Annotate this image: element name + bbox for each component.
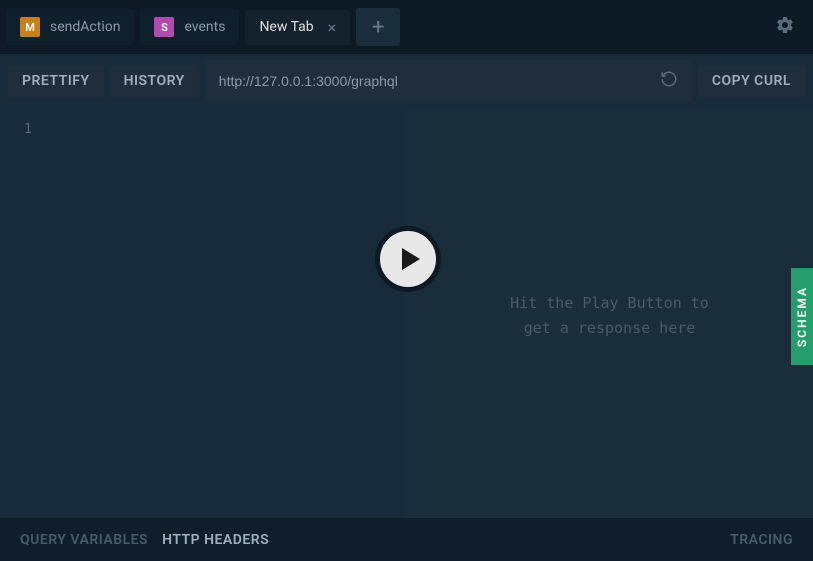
add-tab-button[interactable]: +	[356, 8, 400, 46]
reload-button[interactable]	[660, 70, 678, 92]
settings-button[interactable]	[775, 15, 795, 39]
reload-icon	[660, 70, 678, 88]
close-icon[interactable]: ×	[328, 18, 337, 37]
schema-toggle[interactable]: SCHEMA	[791, 268, 813, 365]
main-area: 1 Hit the Play Button to get a response …	[0, 108, 813, 524]
response-placeholder: Hit the Play Button to get a response he…	[510, 291, 709, 342]
plus-icon: +	[372, 15, 384, 40]
mutation-badge-icon: M	[20, 17, 40, 37]
query-editor[interactable]: 1	[0, 108, 406, 524]
tabs-bar: M sendAction S events New Tab × +	[0, 0, 813, 54]
toolbar: PRETTIFY HISTORY COPY CURL	[0, 54, 813, 108]
url-input-container	[205, 60, 692, 102]
http-headers-tab[interactable]: HTTP HEADERS	[162, 532, 269, 548]
gear-icon	[775, 15, 795, 35]
play-icon	[402, 248, 420, 270]
query-variables-tab[interactable]: QUERY VARIABLES	[20, 532, 148, 548]
tab-new[interactable]: New Tab ×	[245, 10, 350, 45]
tab-label: events	[184, 19, 225, 35]
line-number: 1	[8, 122, 32, 137]
response-pane: Hit the Play Button to get a response he…	[406, 108, 813, 524]
tab-events[interactable]: S events	[140, 9, 239, 45]
history-button[interactable]: HISTORY	[110, 65, 199, 97]
bottom-bar: QUERY VARIABLES HTTP HEADERS TRACING	[0, 518, 813, 561]
tab-label: sendAction	[50, 19, 120, 35]
execute-query-button[interactable]	[375, 226, 441, 292]
tab-label: New Tab	[259, 19, 313, 35]
prettify-button[interactable]: PRETTIFY	[8, 65, 104, 97]
copy-curl-button[interactable]: COPY CURL	[698, 65, 805, 97]
tab-sendaction[interactable]: M sendAction	[6, 9, 134, 45]
tracing-tab[interactable]: TRACING	[730, 532, 793, 548]
subscription-badge-icon: S	[154, 17, 174, 37]
endpoint-url-input[interactable]	[219, 73, 652, 89]
